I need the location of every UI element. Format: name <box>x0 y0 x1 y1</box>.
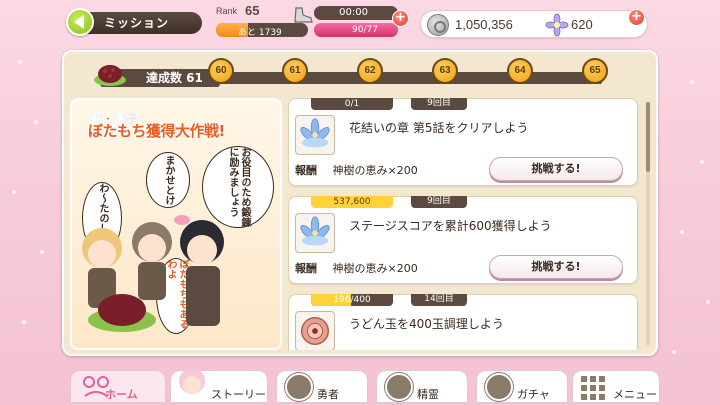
mission-card: 0/1 9回目 花結いの章 第5話をクリアしよう 報酬 神樹の恵み×200 挑戦… <box>288 98 638 186</box>
nav-home[interactable]: ホーム <box>70 370 166 403</box>
nav-hero[interactable]: 勇者 <box>276 370 368 403</box>
scroll-thumb[interactable] <box>646 102 650 172</box>
rank-label: Rank <box>216 6 238 16</box>
milestone-60[interactable]: 60 <box>208 58 234 84</box>
rank-value: 65 <box>245 3 260 18</box>
mission-panel: 達成数 61 60 61 62 63 64 65 銀・園子 ぼたもち獲得大作戦!… <box>62 50 658 356</box>
coin-icon <box>427 14 449 36</box>
milestone-61[interactable]: 61 <box>282 58 308 84</box>
botamochi-icon <box>94 65 126 86</box>
mission-progress-text: 196/400 <box>333 295 371 305</box>
nav-hero-label: 勇者 <box>317 388 339 401</box>
milestone-62[interactable]: 62 <box>357 58 383 84</box>
nav-gacha[interactable]: ガチャ <box>476 370 568 403</box>
gem-count: 620 <box>571 17 593 32</box>
bottom-nav: ホーム ストーリー 勇者 精霊 ガチャ メニュー <box>64 366 664 405</box>
spirit-icon <box>385 373 413 401</box>
stamina-timer: 00:00 <box>314 6 398 20</box>
currency-bar: 1,050,356 620 <box>420 10 648 38</box>
milestone-64[interactable]: 64 <box>507 58 533 84</box>
challenge-button[interactable]: 挑戦する! <box>489 255 623 279</box>
mission-description: うどん玉を400玉調理しよう <box>349 317 504 331</box>
mission-card: 196/400 14回目 うどん玉を400玉調理しよう <box>288 294 638 350</box>
mission-repeat-count: 9回目 <box>411 196 467 208</box>
mission-description: 花結いの章 第5話をクリアしよう <box>349 121 529 135</box>
milestone-65[interactable]: 65 <box>582 58 608 84</box>
stamina-value: 90/77 <box>352 25 378 35</box>
lotus-icon <box>295 213 335 253</box>
mission-reward: 報酬 神樹の恵み×200 <box>295 161 485 181</box>
reward-value: 神樹の恵み×200 <box>332 262 418 275</box>
mission-repeat-count: 14回目 <box>411 294 467 306</box>
rank-status: Rank 65 あと 1739 00:00 90/77 + <box>212 3 422 41</box>
menu-grid-icon <box>581 376 605 400</box>
reward-value: 神樹の恵み×200 <box>332 164 418 177</box>
nav-story[interactable]: ストーリー <box>170 368 268 403</box>
mission-progress-text: 537,600 <box>333 197 371 207</box>
milestone-63[interactable]: 63 <box>432 58 458 84</box>
banner-title: ぼたもち獲得大作戦! <box>88 122 225 140</box>
gem-plus-button[interactable]: + <box>628 9 645 26</box>
speech-bubble-2: まかせとけ <box>146 152 190 208</box>
character-illustration <box>82 215 224 332</box>
reward-label: 報酬 <box>295 164 317 177</box>
medal-icon <box>295 311 335 350</box>
event-banner[interactable]: 銀・園子 ぼたもち獲得大作戦! お役目のため鍛錬に励みましょう まかせとけ わ〜… <box>70 98 282 350</box>
mission-card: 537,600 9回目 ステージスコアを累計600獲得しよう 報酬 神樹の恵み×… <box>288 196 638 284</box>
mission-repeat-count: 9回目 <box>411 98 467 110</box>
nav-story-label: ストーリー <box>211 388 266 401</box>
mission-progress-text: 0/1 <box>344 99 360 109</box>
challenge-button[interactable]: 挑戦する! <box>489 157 623 181</box>
hero-icon <box>285 373 313 401</box>
nav-menu-label: メニュー <box>613 388 657 401</box>
nav-spirit[interactable]: 精霊 <box>376 370 468 403</box>
stamina-plus-button[interactable]: + <box>392 10 409 27</box>
coin-count: 1,050,356 <box>455 17 513 32</box>
nav-home-label: ホーム <box>105 388 138 401</box>
gacha-icon <box>485 373 513 401</box>
lotus-icon <box>295 115 335 155</box>
nav-gacha-label: ガチャ <box>517 388 550 401</box>
screen-title: ミッション <box>80 12 202 34</box>
shoe-icon <box>294 7 313 23</box>
exp-remaining: あと 1739 <box>238 28 282 38</box>
story-character-icon <box>179 368 205 394</box>
reward-label: 報酬 <box>295 262 317 275</box>
back-button[interactable] <box>66 8 94 36</box>
mission-reward: 報酬 神樹の恵み×200 <box>295 259 485 279</box>
gem-flower-icon <box>545 13 569 37</box>
nav-menu[interactable]: メニュー <box>572 370 660 403</box>
mission-description: ステージスコアを累計600獲得しよう <box>349 219 552 233</box>
mission-scrollbar[interactable] <box>646 102 650 346</box>
back-arrow-icon <box>74 15 84 29</box>
milestone-track <box>220 72 602 84</box>
mission-list[interactable]: 0/1 9回目 花結いの章 第5話をクリアしよう 報酬 神樹の恵み×200 挑戦… <box>288 98 642 350</box>
nav-spirit-label: 精霊 <box>417 388 439 401</box>
achievement-progress: 達成数 61 60 61 62 63 64 65 <box>72 58 652 92</box>
